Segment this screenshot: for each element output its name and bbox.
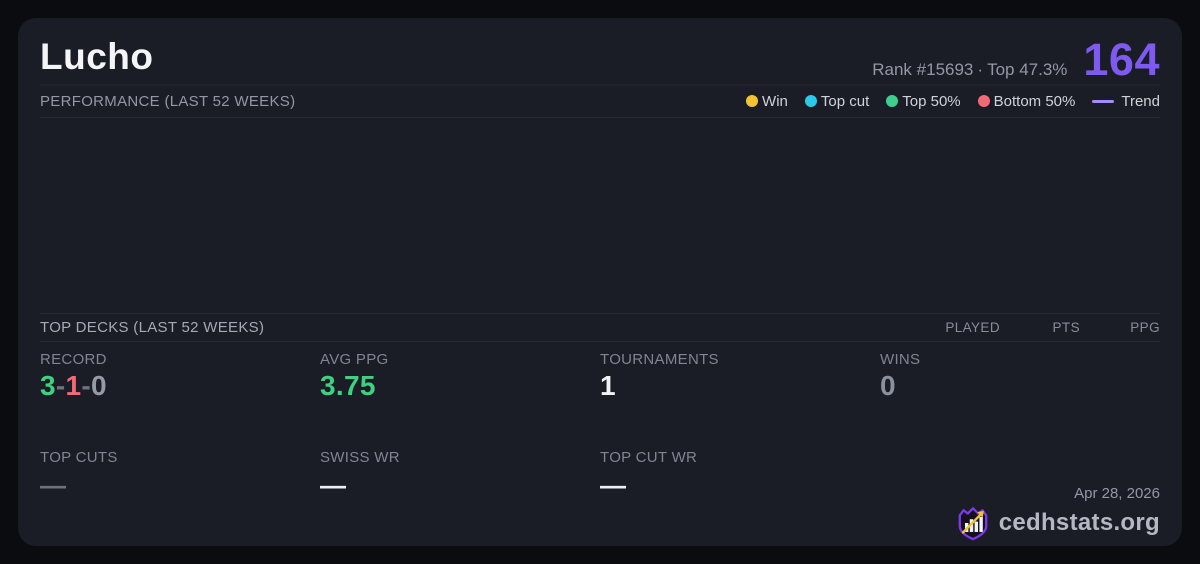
column-header-played: PLAYED (945, 320, 1000, 335)
stat-label: TOP CUT WR (600, 448, 698, 466)
win-dot-icon (746, 95, 759, 107)
player-stats-card: Lucho Rank #15693 · Top 47.3% 164 PERFORMA… (18, 18, 1182, 546)
performance-section-header: PERFORMANCE (LAST 52 WEEKS) Win Top cut … (40, 85, 1160, 118)
top-cut-wr-value: — (600, 469, 626, 500)
stat-label: RECORD (40, 351, 107, 368)
stat-label: AVG PPG (320, 351, 389, 368)
top-cut-dot-icon (804, 95, 817, 107)
stat-record: RECORD 3-1-0 (40, 351, 320, 449)
stat-tournaments: TOURNAMENTS 1 (600, 351, 880, 449)
record-sep: - (81, 370, 91, 401)
player-name: Lucho (40, 36, 154, 77)
brand-name[interactable]: cedhstats.org (999, 509, 1160, 537)
stat-avg-ppg: AVG PPG 3.75 (320, 351, 600, 449)
legend-item-trend: Trend (1092, 93, 1160, 110)
stat-label: TOURNAMENTS (600, 351, 719, 368)
top-cuts-value: — (40, 469, 66, 500)
legend-item-win: Win (746, 93, 788, 110)
swiss-wr-value: — (320, 469, 346, 500)
record-losses: 1 (65, 370, 82, 401)
wins-value: 0 (880, 370, 896, 401)
top-decks-title: TOP DECKS (LAST 52 WEEKS) (40, 319, 265, 336)
chart-legend: Win Top cut Top 50% Bottom 50% Trend (746, 93, 1160, 110)
legend-item-bottom-50: Bottom 50% (977, 92, 1076, 110)
cedhstats-shield-logo-icon (958, 507, 988, 541)
stat-top-cut-wr: TOP CUT WR — (600, 449, 880, 547)
column-header-ppg: PPG (1130, 320, 1160, 335)
top-50-dot-icon (886, 95, 899, 107)
top-decks-section-header: TOP DECKS (LAST 52 WEEKS) PLAYED PTS PPG (40, 313, 1160, 342)
record-draws: 0 (91, 370, 107, 401)
performance-chart-area (40, 118, 1160, 313)
card-header: Lucho Rank #15693 · Top 47.3% 164 (40, 18, 1160, 85)
tournaments-value: 1 (600, 370, 616, 401)
stat-top-cuts: TOP CUTS — (40, 449, 320, 547)
top-decks-column-headers: PLAYED PTS PPG (920, 320, 1160, 335)
rank-separator-dot: · (977, 60, 984, 79)
legend-label: Win (762, 92, 788, 110)
legend-item-top-cut: Top cut (804, 92, 870, 110)
player-score: 164 (1083, 34, 1160, 85)
stat-label: SWISS WR (320, 448, 400, 466)
bottom-50-dot-icon (977, 95, 990, 107)
record-wins: 3 (40, 370, 56, 401)
stat-swiss-wr: SWISS WR — (320, 449, 600, 547)
legend-label: Trend (1121, 92, 1160, 110)
avg-ppg-value: 3.75 (320, 370, 376, 401)
rank-summary: Rank #15693 · Top 47.3% 164 (872, 34, 1160, 85)
legend-label: Bottom 50% (993, 92, 1076, 110)
record-value: 3-1-0 (40, 371, 320, 400)
card-footer: Apr 28, 2026 cedhstats.org (956, 485, 1160, 541)
legend-label: Top cut (820, 92, 870, 110)
rank-text: Rank #15693 · Top 47.3% (872, 60, 1067, 80)
record-sep: - (55, 370, 66, 401)
stat-label: WINS (880, 351, 921, 368)
brand-row[interactable]: cedhstats.org (956, 505, 1160, 541)
legend-label: Top 50% (902, 92, 961, 110)
rank-number: Rank #15693 (872, 60, 974, 79)
performance-title: PERFORMANCE (LAST 52 WEEKS) (40, 92, 296, 110)
legend-item-top-50: Top 50% (886, 92, 961, 110)
column-header-pts: PTS (1052, 320, 1080, 335)
stat-label: TOP CUTS (40, 448, 118, 466)
stats-grid: RECORD 3-1-0 AVG PPG 3.75 TOURNAMENTS 1 … (40, 342, 1160, 546)
stat-wins: WINS 0 (880, 351, 1160, 449)
trend-line-icon (1092, 99, 1115, 103)
generated-date: Apr 28, 2026 (1074, 485, 1160, 502)
top-percent: Top 47.3% (987, 60, 1068, 79)
